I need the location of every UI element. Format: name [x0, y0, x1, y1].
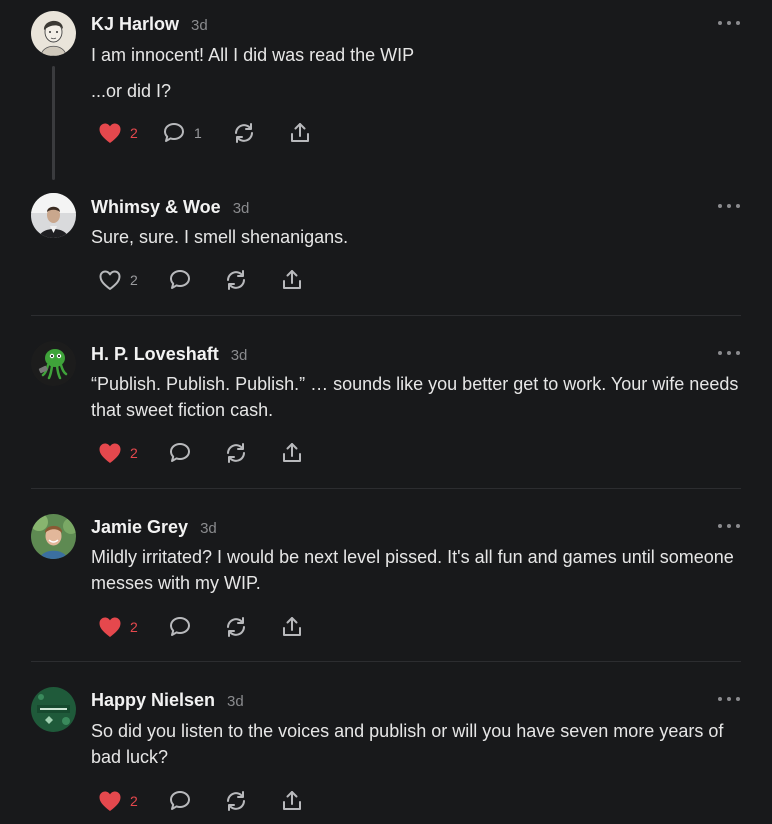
restack-icon [227, 791, 245, 811]
like-count: 2 [130, 272, 138, 288]
heart-icon [99, 270, 121, 290]
timestamp[interactable]: 3d [191, 17, 208, 34]
share-button[interactable] [280, 614, 304, 640]
comment-bubble-icon [170, 617, 190, 636]
author-name[interactable]: Whimsy & Woe [91, 197, 221, 218]
avatar[interactable] [31, 11, 76, 56]
comment-text: Sure, sure. I smell shenanigans. [91, 227, 349, 247]
comment-item: Jamie Grey 3d Mildly irritated? I would … [0, 489, 772, 662]
author-name[interactable]: Jamie Grey [91, 517, 188, 538]
more-options-icon[interactable] [718, 348, 740, 358]
timestamp[interactable]: 3d [200, 520, 217, 537]
timestamp[interactable]: 3d [231, 347, 248, 364]
share-icon [283, 791, 301, 810]
avatar[interactable] [31, 193, 76, 238]
restack-button[interactable] [224, 267, 280, 293]
reply-button[interactable] [168, 614, 224, 640]
timestamp[interactable]: 3d [227, 693, 244, 710]
like-button[interactable]: 2 [98, 788, 168, 814]
share-button[interactable] [280, 788, 304, 814]
comment-item: Whimsy & Woe 3d Sure, sure. I smell shen… [0, 190, 772, 316]
comment-item: Happy Nielsen 3d So did you listen to th… [0, 662, 772, 824]
share-icon [283, 270, 301, 289]
comment-line: ...or did I? [91, 81, 172, 101]
restack-icon [227, 443, 245, 463]
timestamp[interactable]: 3d [233, 200, 250, 217]
comment-text: Mildly irritated? I would be next level … [91, 547, 734, 593]
more-options-icon[interactable] [718, 694, 740, 704]
like-button[interactable]: 2 [98, 120, 162, 146]
share-icon [283, 617, 301, 636]
like-count: 2 [130, 793, 138, 809]
heart-icon [99, 123, 121, 143]
author-name[interactable]: KJ Harlow [91, 14, 179, 35]
heart-icon [99, 617, 121, 637]
share-icon [291, 123, 309, 142]
like-button[interactable]: 2 [98, 267, 168, 293]
restack-button[interactable] [224, 788, 280, 814]
heart-icon [99, 443, 121, 463]
comment-bubble-icon [170, 791, 190, 810]
like-button[interactable]: 2 [98, 440, 168, 466]
share-button[interactable] [280, 440, 304, 466]
restack-icon [227, 617, 245, 637]
reply-button[interactable] [168, 267, 224, 293]
restack-button[interactable] [224, 440, 280, 466]
author-name[interactable]: Happy Nielsen [91, 690, 215, 711]
like-count: 2 [130, 619, 138, 635]
like-count: 2 [130, 125, 138, 141]
comment-bubble-icon [170, 270, 190, 289]
reply-button[interactable]: 1 [162, 120, 232, 146]
comment-text: So did you listen to the voices and publ… [91, 721, 724, 767]
comment-text: I am innocent! All I did was read the WI… [91, 42, 741, 104]
comment-text: “Publish. Publish. Publish.” … sounds li… [91, 374, 739, 420]
avatar[interactable] [31, 341, 76, 386]
share-button[interactable] [288, 120, 312, 146]
restack-button[interactable] [232, 120, 288, 146]
comment-line: I am innocent! All I did was read the WI… [91, 45, 415, 65]
comment-bubble-icon [164, 123, 184, 142]
restack-icon [235, 123, 253, 143]
heart-icon [99, 791, 121, 811]
more-options-icon[interactable] [718, 201, 740, 211]
comment-bubble-icon [170, 443, 190, 462]
reply-button[interactable] [168, 440, 224, 466]
comment-item: H. P. Loveshaft 3d “Publish. Publish. Pu… [0, 316, 772, 489]
share-button[interactable] [280, 267, 304, 293]
reply-count: 1 [194, 125, 202, 141]
more-options-icon[interactable] [718, 18, 740, 28]
restack-icon [227, 270, 245, 290]
thread-line [52, 66, 55, 180]
comment-item: KJ Harlow 3d I am innocent! All I did wa… [0, 0, 772, 190]
restack-button[interactable] [224, 614, 280, 640]
reply-button[interactable] [168, 788, 224, 814]
author-name[interactable]: H. P. Loveshaft [91, 344, 219, 365]
like-button[interactable]: 2 [98, 614, 168, 640]
like-count: 2 [130, 445, 138, 461]
avatar[interactable] [31, 514, 76, 559]
more-options-icon[interactable] [718, 521, 740, 531]
share-icon [283, 443, 301, 462]
avatar[interactable] [31, 687, 76, 732]
